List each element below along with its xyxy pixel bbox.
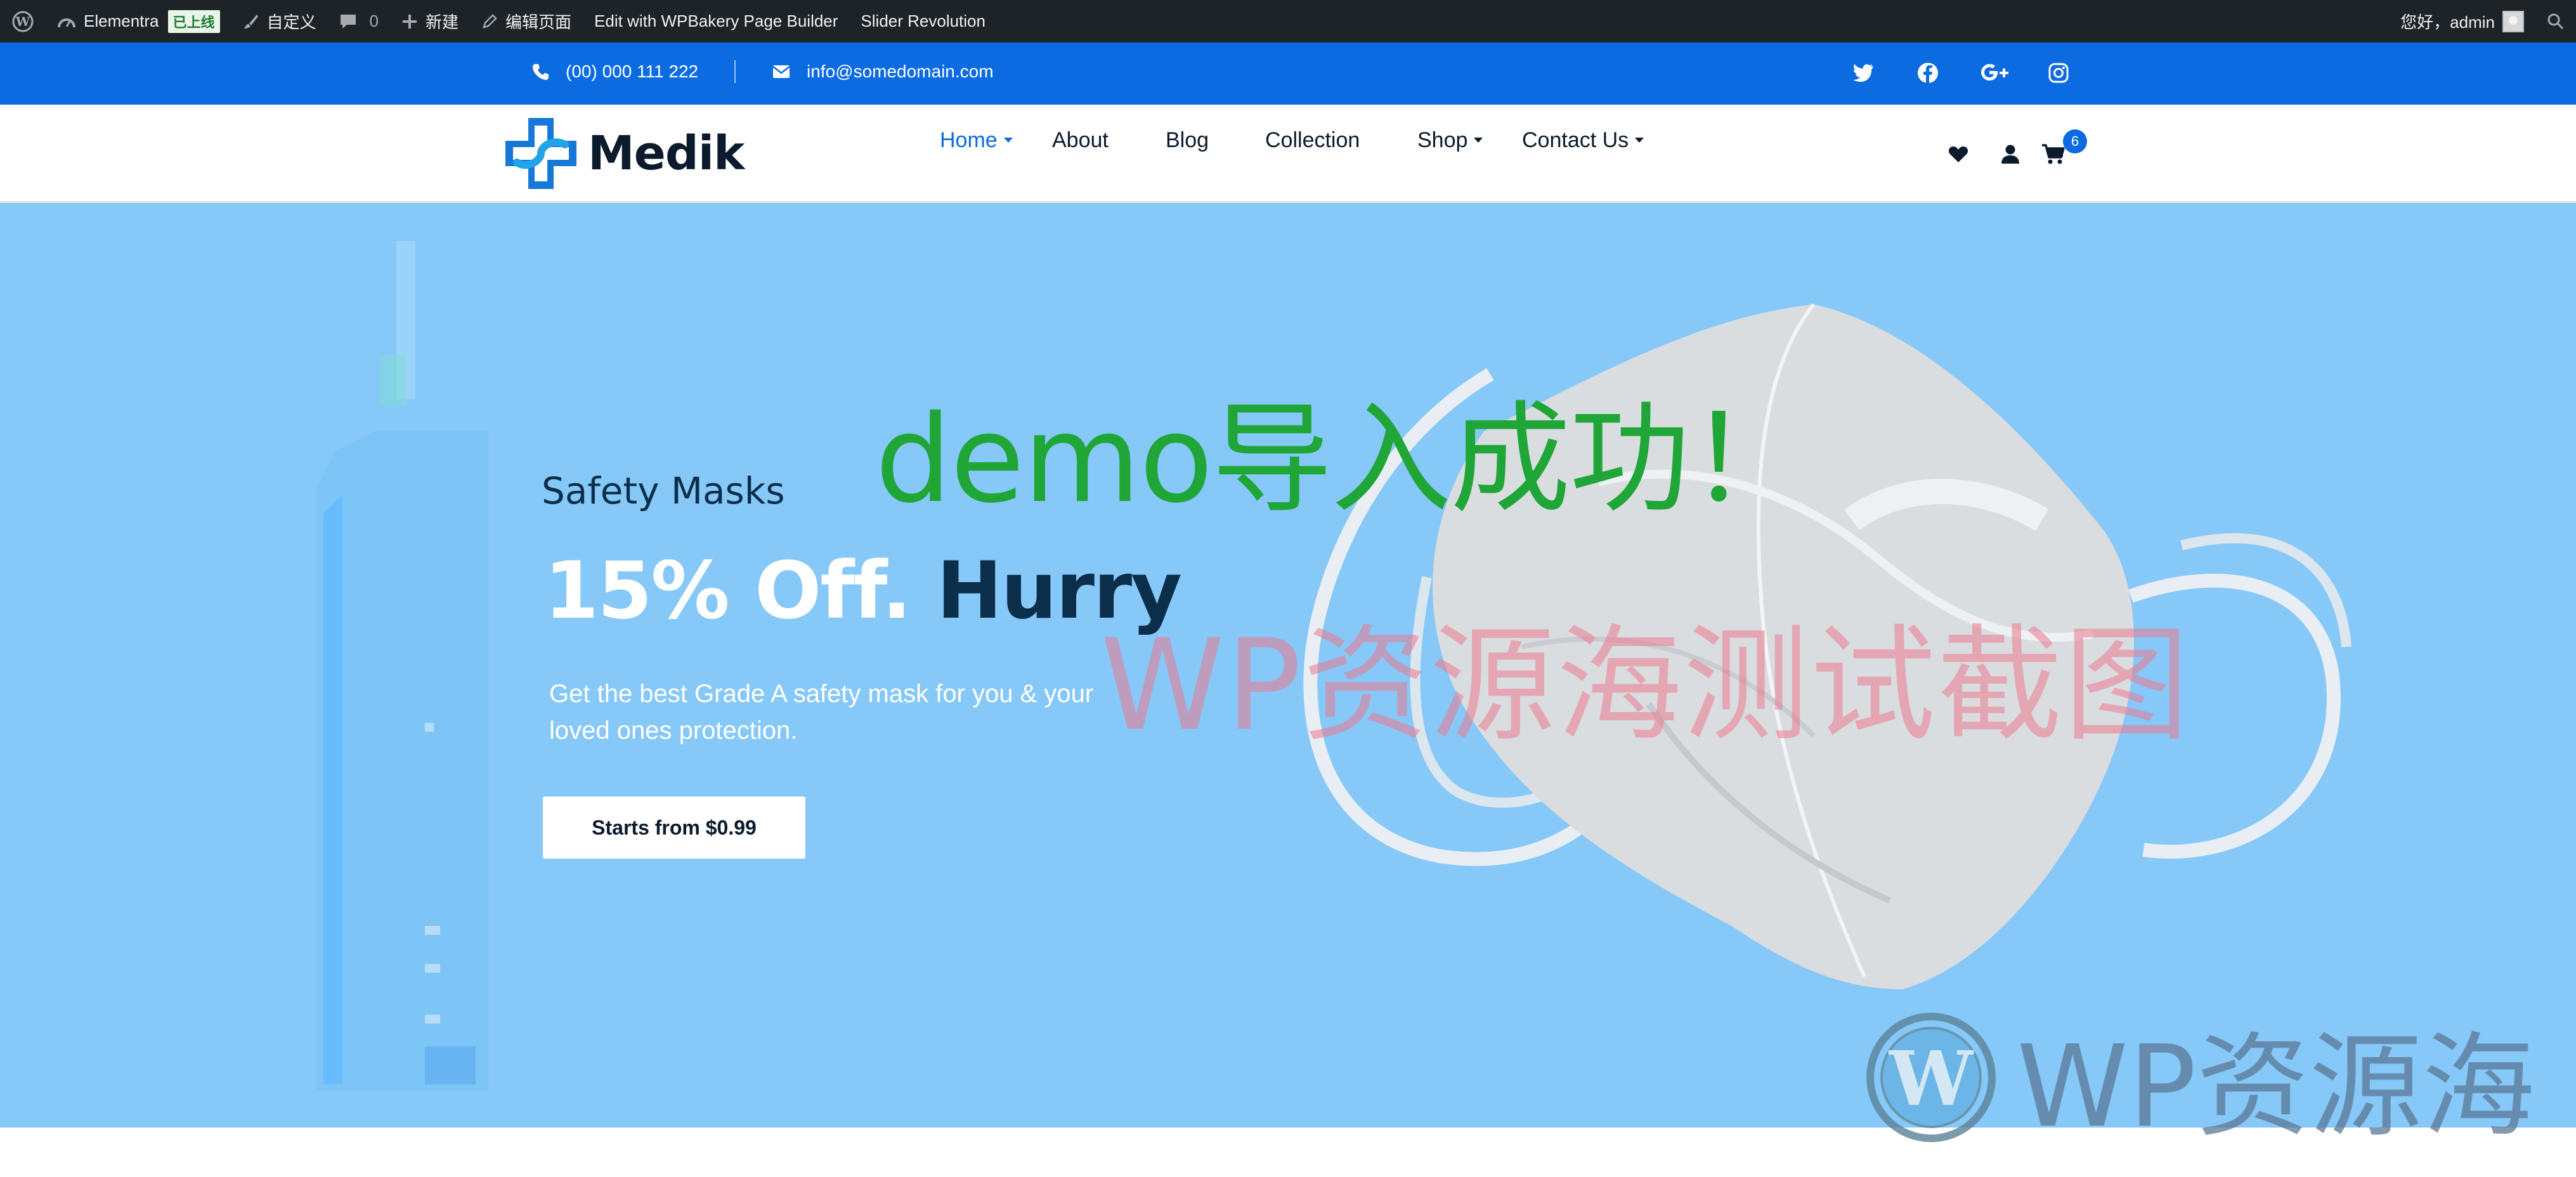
nav-shop[interactable]: Shop xyxy=(1417,128,1483,153)
contact-bar: (00) 000 111 222 info@somedomain.com xyxy=(0,42,2576,105)
site-name-menu[interactable]: Elementra 已上线 xyxy=(46,0,231,42)
nav-shop-label: Shop xyxy=(1417,127,1468,152)
instagram-link[interactable] xyxy=(2046,60,2071,86)
watermark-text: WP资源海测试截图 xyxy=(1100,612,2191,758)
medical-cross-logo-icon xyxy=(505,118,576,189)
new-label: 新建 xyxy=(426,13,459,32)
site-status-badge: 已上线 xyxy=(167,10,220,33)
svg-text:W: W xyxy=(15,14,30,29)
nav-collection-label: Collection xyxy=(1265,127,1360,152)
svg-text:W: W xyxy=(1888,1034,1974,1122)
wpbakery-label: Edit with WPBakery Page Builder xyxy=(594,11,838,30)
admin-greeting: 您好，admin xyxy=(2400,13,2495,32)
customize-label: 自定义 xyxy=(266,13,316,32)
twitter-link[interactable] xyxy=(1851,60,1876,86)
customize-link[interactable]: 自定义 xyxy=(231,0,328,42)
comment-icon xyxy=(339,13,357,30)
corner-watermark-text: WP资源海 xyxy=(2017,1021,2535,1152)
phone-icon xyxy=(531,63,549,81)
facebook-link[interactable] xyxy=(1915,60,1941,86)
dashboard-icon xyxy=(57,13,76,30)
email-address: info@somedomain.com xyxy=(807,62,994,81)
wordpress-logo-button[interactable]: W xyxy=(0,0,46,42)
facebook-icon xyxy=(1918,63,1938,83)
brush-icon xyxy=(243,13,259,30)
google-plus-icon xyxy=(1981,64,2008,81)
nav-about-label: About xyxy=(1052,127,1109,152)
wordpress-icon: W xyxy=(12,11,34,32)
shopping-cart-icon xyxy=(2042,144,2065,164)
wpbakery-link[interactable]: Edit with WPBakery Page Builder xyxy=(583,0,849,42)
site-header: Medik Home About Blog Collection Shop Co… xyxy=(0,105,2576,203)
phone-link[interactable]: (00) 000 111 222 xyxy=(531,62,698,82)
corner-watermark: W WP资源海 xyxy=(1864,996,2535,1159)
comments-link[interactable]: 0 xyxy=(328,0,390,42)
nav-collection[interactable]: Collection xyxy=(1265,128,1360,153)
admin-search-button[interactable] xyxy=(2535,0,2576,42)
slider-revolution-link[interactable]: Slider Revolution xyxy=(849,0,997,42)
hero-kicker: Safety Masks xyxy=(542,469,785,512)
logo-text: Medik xyxy=(588,126,745,181)
nav-blog[interactable]: Blog xyxy=(1166,128,1209,153)
slider-revolution-label: Slider Revolution xyxy=(861,11,986,30)
comments-count: 0 xyxy=(369,11,379,30)
site-logo[interactable]: Medik xyxy=(503,115,745,192)
plus-icon xyxy=(401,13,418,30)
nav-home-label: Home xyxy=(940,127,998,152)
envelope-icon xyxy=(772,65,790,79)
wp-admin-bar: W Elementra 已上线 自定义 0 新建 编辑页面 Edit with … xyxy=(0,0,2576,42)
new-content-menu[interactable]: 新建 xyxy=(390,0,470,42)
edit-page-link[interactable]: 编辑页面 xyxy=(470,0,583,42)
user-icon xyxy=(2001,145,2019,164)
nav-about[interactable]: About xyxy=(1052,128,1109,153)
hero-title-highlight: 15% Off. xyxy=(544,545,937,637)
nav-blog-label: Blog xyxy=(1166,127,1209,152)
edit-page-label: 编辑页面 xyxy=(505,13,572,32)
chevron-down-icon xyxy=(1635,138,1644,143)
account-button[interactable] xyxy=(1998,141,2023,167)
sanitizer-bottle-illustration xyxy=(317,241,488,1091)
starts-from-button[interactable]: Starts from $0.99 xyxy=(543,797,805,859)
twitter-icon xyxy=(1853,64,1873,82)
cart-count-badge: 6 xyxy=(2063,129,2087,153)
site-name: Elementra xyxy=(84,11,159,30)
contact-divider xyxy=(734,60,736,83)
nav-contact-us-label: Contact Us xyxy=(1522,127,1629,152)
pencil-icon xyxy=(481,13,498,30)
email-link[interactable]: info@somedomain.com xyxy=(772,62,994,82)
instagram-icon xyxy=(2048,63,2069,83)
heart-icon xyxy=(1948,146,1968,162)
wishlist-button[interactable] xyxy=(1946,141,1971,167)
avatar xyxy=(2502,10,2524,32)
nav-home[interactable]: Home xyxy=(940,128,1013,153)
hero-description: Get the best Grade A safety mask for you… xyxy=(549,680,1094,745)
phone-number: (00) 000 111 222 xyxy=(566,62,699,81)
hero-title: 15% Off. Hurry xyxy=(544,545,1182,637)
search-icon xyxy=(2547,13,2564,29)
cart-button[interactable] xyxy=(2041,141,2066,167)
wordpress-icon: W xyxy=(1866,1012,1996,1142)
my-account-menu[interactable]: 您好，admin xyxy=(2389,0,2535,42)
demo-success-overlay: demo导入成功！ xyxy=(875,389,1809,530)
chevron-down-icon xyxy=(1003,138,1013,143)
google-plus-link[interactable] xyxy=(1980,60,2010,86)
chevron-down-icon xyxy=(1474,138,1483,143)
nav-contact-us[interactable]: Contact Us xyxy=(1522,128,1644,153)
